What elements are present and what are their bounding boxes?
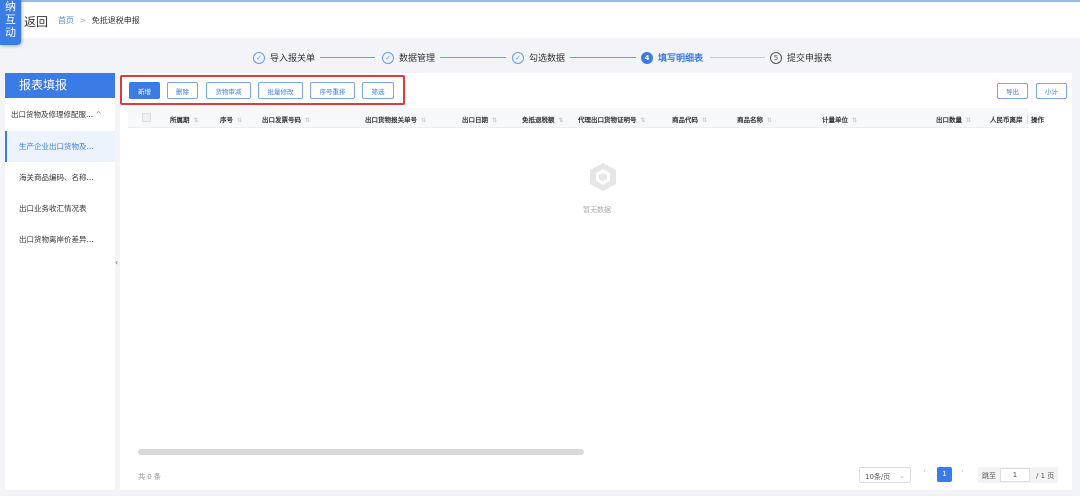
- check-icon: ✓: [253, 51, 265, 64]
- total-count: 共 0 条: [138, 473, 161, 481]
- check-icon: ✓: [382, 51, 394, 64]
- breadcrumb-current: 免抵退税申报: [91, 16, 140, 25]
- jump-label: 跳至: [982, 472, 996, 480]
- page-size-select[interactable]: 10条/页 ⌄: [859, 467, 911, 483]
- col-header[interactable]: 序号 ⇅: [220, 114, 242, 124]
- breadcrumb-home[interactable]: 首页: [58, 16, 74, 25]
- total-pages: / 1 页: [1036, 472, 1055, 480]
- col-header[interactable]: 出口日期 ⇅: [462, 114, 497, 124]
- step-connector: [570, 57, 636, 58]
- col-header-actions: 操作: [1027, 114, 1044, 124]
- chevron-up-icon: ^: [95, 110, 102, 119]
- jump-input[interactable]: 1: [1000, 468, 1030, 482]
- goods-reduce-button[interactable]: 货物审减: [206, 82, 251, 99]
- reorder-button[interactable]: 序号重排: [310, 82, 355, 99]
- step-label: 导入报关单: [270, 54, 316, 64]
- step-label: 数据管理: [399, 54, 436, 64]
- step-3: ✓ 勾选数据: [512, 51, 565, 64]
- main-panel: 新增 删除 货物审减 批量修改 序号重排 筛选 导出 小计 所属期 ⇅ 序号 ⇅ 出…: [120, 73, 1072, 490]
- sidebar-group[interactable]: 出口货物及修理修配服... ^: [5, 98, 115, 131]
- col-header[interactable]: 出口数量 ⇅: [936, 114, 971, 124]
- step-4: 4 填写明细表: [641, 51, 703, 64]
- sidebar-title: 报表填报: [5, 73, 115, 98]
- prev-page-icon[interactable]: ‹: [923, 467, 926, 475]
- step-2: ✓ 数据管理: [382, 51, 435, 64]
- step-connector: [710, 57, 765, 58]
- step-label: 提交申报表: [787, 54, 833, 64]
- page-jump: 跳至 1 / 1 页: [978, 467, 1058, 483]
- filter-button[interactable]: 筛选: [362, 82, 394, 99]
- select-all-checkbox[interactable]: [142, 113, 151, 122]
- back-button[interactable]: 返回: [24, 13, 48, 30]
- sidebar-item-2[interactable]: 海关商品编码、名称...: [5, 162, 115, 193]
- logo: 纳互动: [0, 0, 21, 45]
- step-connector: [440, 57, 506, 58]
- next-page-icon[interactable]: ›: [961, 467, 964, 475]
- step-1: ✓ 导入报关单: [253, 51, 315, 64]
- sidebar-item-3[interactable]: 出口业务收汇情况表: [5, 193, 115, 224]
- col-header[interactable]: 所属期 ⇅: [170, 114, 199, 124]
- table-header: 所属期 ⇅ 序号 ⇅ 出口发票号码 ⇅ 出口货物报关单号 ⇅ 出口日期 ⇅ 免抵退税额 ⇅ …: [128, 108, 1044, 128]
- col-header[interactable]: 商品名称 ⇅: [737, 114, 772, 124]
- subtotal-button[interactable]: 小计: [1036, 83, 1067, 99]
- delete-button[interactable]: 删除: [167, 82, 198, 99]
- add-button[interactable]: 新增: [129, 82, 160, 99]
- breadcrumb: 首页 > 免抵退税申报: [58, 15, 140, 26]
- col-header[interactable]: 出口发票号码 ⇅: [262, 114, 310, 124]
- step-progress: ✓ 导入报关单 ✓ 数据管理 ✓ 勾选数据 4 填写明细表 5 提交申报表: [0, 48, 1080, 70]
- sidebar-group-label: 出口货物及修理修配服...: [11, 110, 94, 119]
- sidebar-item-4[interactable]: 出口货物离岸价差异...: [5, 224, 115, 255]
- breadcrumb-separator: >: [79, 16, 87, 25]
- chevron-down-icon: ⌄: [899, 472, 905, 480]
- batch-edit-button[interactable]: 批量修改: [258, 82, 303, 99]
- col-header[interactable]: 代理出口货物证明号 ⇅: [578, 114, 646, 124]
- sidebar-item-1[interactable]: 生产企业出口货物及...: [5, 131, 115, 162]
- col-header[interactable]: 人民币离岸: [990, 114, 1023, 124]
- empty-box-icon: [590, 163, 616, 191]
- col-header[interactable]: 出口货物报关单号 ⇅: [365, 114, 426, 124]
- empty-text: 暂无数据: [583, 206, 611, 214]
- check-icon: ✓: [512, 51, 524, 64]
- sidebar: 报表填报 出口货物及修理修配服... ^ 生产企业出口货物及... 海关商品编码…: [5, 73, 115, 490]
- col-header[interactable]: 商品代码 ⇅: [672, 114, 707, 124]
- col-header[interactable]: 免抵退税额 ⇅: [522, 114, 564, 124]
- step-number-icon: 5: [770, 51, 782, 64]
- step-label: 填写明细表: [658, 54, 704, 64]
- collapse-sidebar-icon[interactable]: ‹: [115, 258, 118, 267]
- step-label: 勾选数据: [529, 54, 566, 64]
- col-header[interactable]: 计量单位 ⇅: [822, 114, 857, 124]
- step-5: 5 提交申报表: [770, 51, 832, 64]
- horizontal-scrollbar[interactable]: [138, 449, 584, 455]
- step-connector: [320, 57, 375, 58]
- page-1-button[interactable]: 1: [937, 467, 952, 482]
- export-button[interactable]: 导出: [997, 83, 1028, 99]
- step-number-icon: 4: [641, 51, 653, 64]
- top-bar: 返回 首页 > 免抵退税申报: [0, 0, 1080, 38]
